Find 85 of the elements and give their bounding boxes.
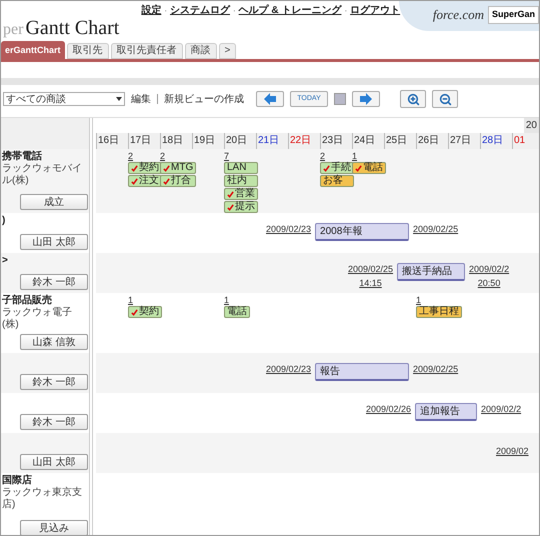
activity-chip[interactable]: 工事日程 [416,306,462,318]
app-menu[interactable]: SuperGan [488,6,539,24]
check-icon [323,164,330,172]
dropdown-caret-icon [116,97,122,101]
activity-count[interactable]: 2 [160,151,196,161]
activity-chip[interactable]: 営業 [224,188,258,200]
header-link[interactable]: ログアウト [350,3,400,18]
edit-link[interactable]: 編集 [131,92,151,106]
account-name: ) [2,215,6,227]
activity-chip[interactable]: 電話 [224,306,250,318]
activity-chip[interactable]: お客 [320,175,354,187]
activity-count[interactable]: 2 [128,151,162,161]
nav-tab[interactable]: 取引先責任者 [110,43,183,59]
nav-tab[interactable]: 商談 [184,43,217,59]
activity-chip[interactable]: 契約 [128,162,162,174]
gantt-bar[interactable]: 追加報告 [415,403,478,421]
end-date-link[interactable]: 2009/02/25 [413,223,458,236]
end-date-link[interactable]: 2009/02/25 [413,363,458,376]
previous-button[interactable] [256,91,284,107]
end-date-link[interactable]: 2009/02/2 [481,403,522,416]
account-subtitle: ラックウォ東京支店) [2,487,83,511]
owner-button[interactable]: 成立 [20,194,88,210]
owner-button[interactable]: 鈴木 一郎 [20,374,88,390]
next-button[interactable] [352,91,380,107]
account-subtitle: ラックウォモバイル(株) [2,163,83,187]
account-name: 国際店 [2,475,33,487]
end-date-link[interactable]: 2009/02/2 [469,263,510,276]
gantt-bar[interactable]: 2008年報 [315,223,410,241]
header-link[interactable]: ヘルプ & トレーニング [238,3,342,18]
activity-count[interactable]: 1 [224,295,250,305]
arrow-left-icon [263,93,277,105]
date-link[interactable]: 2009/02 [496,445,529,458]
activity-chip[interactable]: 電話 [352,162,386,174]
check-icon [131,308,138,316]
year-label: 20 [524,118,539,133]
activity-count[interactable]: 7 [224,151,258,161]
activity-chip[interactable]: 提示 [224,201,258,213]
zoom-in-icon [406,92,420,106]
owner-button[interactable]: 見込み [20,520,88,535]
account-name: > [2,255,9,267]
activity-count[interactable]: 1 [416,295,462,305]
zoom-out-button[interactable] [432,90,458,108]
gantt-bar[interactable]: 報告 [315,363,410,381]
link-separator: · [232,4,236,16]
brand-logo: force.com [432,6,484,24]
header-link[interactable]: 設定 [141,3,162,18]
activity-chip[interactable]: LAN [224,162,258,174]
activity-chip[interactable]: 社内 [224,175,258,187]
account-name: 携帯電話 [2,151,43,163]
start-date-link[interactable]: 2009/02/23 [266,223,312,236]
header-link[interactable]: システムログ [170,3,230,18]
account-subtitle: ラックウォ電子(株) [2,307,73,331]
start-date-link[interactable]: 2009/02/26 [366,403,412,416]
app-title: Gantt Chart [25,16,120,41]
start-date-link[interactable]: 2009/02/25 [348,263,394,276]
check-icon [355,164,362,172]
gantt-bar[interactable]: 搬送手納品 [397,263,466,281]
activity-count[interactable]: 1 [352,151,386,161]
start-date-link[interactable]: 2009/02/23 [266,363,312,376]
view-select[interactable]: すべての商談 [3,92,125,106]
owner-button[interactable]: 鈴木 一郎 [20,274,88,290]
nav-tab[interactable]: > [218,43,236,59]
start-time-link[interactable]: 14:15 [359,276,382,290]
link-separator: · [164,4,167,16]
owner-button[interactable]: 山森 信敦 [20,334,88,350]
activity-chip[interactable]: MTG [160,162,196,174]
activity-chip[interactable]: 注文 [128,175,162,187]
zoom-out-icon [438,92,452,106]
account-name: 子部品販売 [2,295,53,307]
activity-chip[interactable]: 手続 [320,162,354,174]
activity-chip[interactable]: 契約 [128,306,162,318]
owner-button[interactable]: 鈴木 一郎 [20,414,88,430]
arrow-right-icon [359,93,373,105]
activity-chip[interactable]: 打合 [160,175,196,187]
nav-tab[interactable]: erGanttChart [1,41,65,59]
activity-count[interactable]: 2 [320,151,354,161]
activity-count[interactable]: 1 [128,295,162,305]
owner-button[interactable]: 山田 太郎 [20,454,88,470]
link-separator: · [344,4,348,16]
nav-tab[interactable]: 取引先 [66,43,109,59]
end-time-link[interactable]: 20:50 [478,276,500,290]
zoom-in-button[interactable] [400,90,426,108]
owner-button[interactable]: 山田 太郎 [20,234,88,250]
logo-fragment: per [3,20,24,40]
new-view-link[interactable]: 新規ビューの作成 [164,92,244,106]
